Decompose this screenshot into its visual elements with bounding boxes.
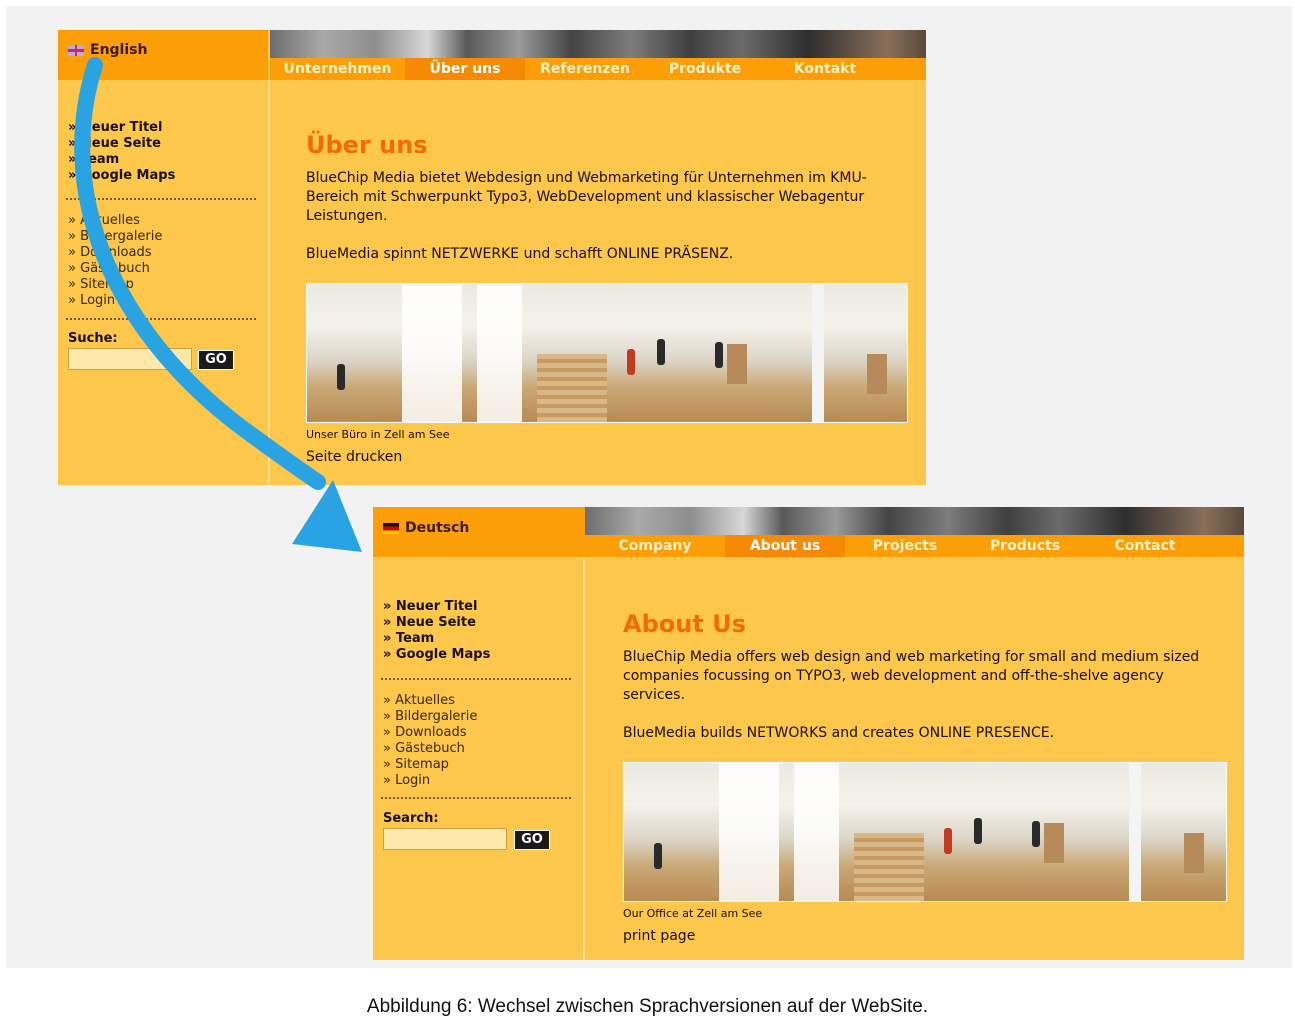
screenshot-english: Deutsch Company About us Projects Produc… [373, 507, 1244, 960]
print-page-link[interactable]: print page [623, 927, 1228, 946]
screenshot-german: English Unternehmen Über uns Referenzen … [58, 30, 926, 485]
language-bar: Deutsch [373, 507, 585, 557]
image-caption: Our Office at Zell am See [623, 907, 763, 920]
search-label: Suche: [68, 331, 118, 346]
sidebar-item-team[interactable]: » Team [68, 152, 175, 168]
office-panorama-image [623, 762, 1227, 902]
sidebar-item-aktuelles[interactable]: » Aktuelles [383, 693, 477, 709]
sidebar-item-downloads[interactable]: » Downloads [68, 245, 162, 261]
sidebar-item-sitemap[interactable]: » Sitemap [383, 757, 477, 773]
main-content: Über uns BlueChip Media bietet Webdesign… [306, 131, 908, 467]
sidebar-menu-sub: » Aktuelles » Bildergalerie » Downloads … [68, 213, 162, 309]
sidebar-menu-main: » Neuer Titel » Neue Seite » Team » Goog… [68, 120, 175, 184]
sidebar-item-team[interactable]: » Team [383, 631, 490, 647]
header-banner-image [270, 30, 926, 58]
sidebar-divider [583, 557, 585, 960]
nav-item-unternehmen[interactable]: Unternehmen [270, 58, 405, 80]
sidebar-separator [381, 678, 571, 680]
intro-paragraph: BlueChip Media bietet Webdesign und Webm… [306, 170, 867, 224]
search-go-button[interactable]: GO [198, 350, 234, 370]
nav-item-contact[interactable]: Contact [1085, 535, 1205, 557]
sidebar-menu-sub: » Aktuelles » Bildergalerie » Downloads … [383, 693, 477, 789]
sidebar-separator [381, 797, 571, 799]
image-caption: Unser Büro in Zell am See [306, 428, 450, 441]
sidebar-item-google-maps[interactable]: » Google Maps [68, 168, 175, 184]
main-content: About Us BlueChip Media offers web desig… [623, 610, 1228, 946]
sidebar-separator [66, 198, 256, 200]
sidebar-separator [66, 318, 256, 320]
sidebar-item-google-maps[interactable]: » Google Maps [383, 647, 490, 663]
print-page-link[interactable]: Seite drucken [306, 448, 896, 467]
sidebar-item-login[interactable]: » Login [68, 293, 162, 309]
sidebar-item-neue-seite[interactable]: » Neue Seite [383, 615, 490, 631]
search-go-button[interactable]: GO [514, 830, 550, 850]
header-banner-image [585, 507, 1244, 535]
sidebar-item-bildergalerie[interactable]: » Bildergalerie [383, 709, 477, 725]
sidebar-item-neuer-titel[interactable]: » Neuer Titel [68, 120, 175, 136]
language-switch-link[interactable]: English [68, 42, 147, 58]
page-title: Über uns [306, 131, 428, 159]
sidebar-divider [268, 80, 270, 485]
search-label: Search: [383, 811, 439, 826]
language-switch-link[interactable]: Deutsch [383, 520, 469, 536]
nav-item-projects[interactable]: Projects [845, 535, 965, 557]
sidebar-menu-main: » Neuer Titel » Neue Seite » Team » Goog… [383, 599, 490, 663]
page-title: About Us [623, 610, 746, 638]
search-input[interactable] [68, 348, 192, 370]
sidebar-item-gaestebuch[interactable]: » Gästebuch [383, 741, 477, 757]
sidebar-item-downloads[interactable]: » Downloads [383, 725, 477, 741]
sidebar-item-sitemap[interactable]: » Sitemap [68, 277, 162, 293]
figure-caption: Abbildung 6: Wechsel zwischen Sprachvers… [366, 996, 929, 1017]
main-nav: Unternehmen Über uns Referenzen Produkte… [270, 58, 926, 80]
slogan-paragraph: BlueMedia builds NETWORKS and creates ON… [623, 725, 1055, 741]
german-flag-icon [383, 522, 399, 534]
office-panorama-image [306, 283, 908, 423]
language-bar: English [58, 30, 268, 80]
search-input[interactable] [383, 828, 507, 850]
nav-item-company[interactable]: Company [585, 535, 725, 557]
language-label: English [90, 42, 148, 58]
slogan-paragraph: BlueMedia spinnt NETZWERKE und schafft O… [306, 246, 734, 262]
nav-item-produkte[interactable]: Produkte [645, 58, 765, 80]
language-label: Deutsch [405, 520, 470, 536]
sidebar-item-bildergalerie[interactable]: » Bildergalerie [68, 229, 162, 245]
main-nav: Company About us Projects Products Conta… [585, 535, 1244, 557]
nav-item-products[interactable]: Products [965, 535, 1085, 557]
sidebar-item-aktuelles[interactable]: » Aktuelles [68, 213, 162, 229]
sidebar-item-neue-seite[interactable]: » Neue Seite [68, 136, 175, 152]
nav-item-about-us[interactable]: About us [725, 535, 845, 557]
sidebar-item-login[interactable]: » Login [383, 773, 477, 789]
nav-item-ueber-uns[interactable]: Über uns [405, 58, 525, 80]
nav-item-referenzen[interactable]: Referenzen [525, 58, 645, 80]
sidebar-item-neuer-titel[interactable]: » Neuer Titel [383, 599, 490, 615]
intro-paragraph: BlueChip Media offers web design and web… [623, 649, 1200, 703]
uk-flag-icon [68, 44, 84, 56]
nav-item-kontakt[interactable]: Kontakt [765, 58, 885, 80]
sidebar-item-gaestebuch[interactable]: » Gästebuch [68, 261, 162, 277]
